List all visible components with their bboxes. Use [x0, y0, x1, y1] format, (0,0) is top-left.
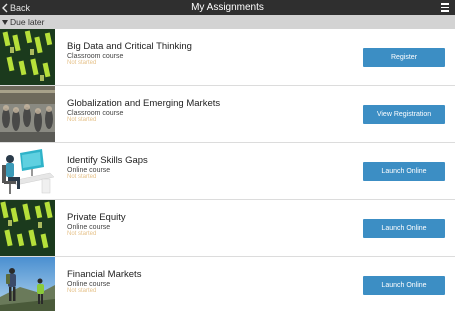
- hamburger-menu-icon[interactable]: [441, 3, 449, 12]
- course-status: Not started: [67, 231, 97, 237]
- course-title[interactable]: Globalization and Emerging Markets: [67, 98, 220, 109]
- launch-online-button[interactable]: Launch Online: [363, 219, 445, 238]
- assignment-card: Private Equity Online course Not started…: [0, 200, 455, 257]
- course-type: Classroom course: [67, 53, 124, 60]
- page-title: My Assignments: [191, 2, 264, 13]
- course-thumbnail: [0, 86, 55, 142]
- section-header-due-later[interactable]: Due later: [0, 15, 455, 29]
- course-thumbnail: [0, 257, 55, 311]
- top-bar: Back My Assignments: [0, 0, 455, 15]
- caret-down-icon: [2, 19, 8, 25]
- assignment-card: Globalization and Emerging Markets Class…: [0, 86, 455, 143]
- course-title[interactable]: Big Data and Critical Thinking: [67, 41, 192, 52]
- course-type: Online course: [67, 167, 111, 174]
- course-title[interactable]: Identify Skills Gaps: [67, 155, 148, 166]
- course-thumbnail: [0, 29, 55, 85]
- section-label: Due later: [10, 17, 45, 27]
- view-registration-button[interactable]: View Registration: [363, 105, 445, 124]
- register-button[interactable]: Register: [363, 48, 445, 67]
- course-status: Not started: [67, 174, 97, 180]
- course-title[interactable]: Financial Markets: [67, 269, 141, 280]
- course-thumbnail: [0, 200, 55, 256]
- launch-online-button[interactable]: Launch Online: [363, 162, 445, 181]
- app-window: Back My Assignments Due later Big Data a…: [0, 0, 455, 311]
- assignment-card: Financial Markets Online course Not star…: [0, 257, 455, 311]
- course-title[interactable]: Private Equity: [67, 212, 126, 223]
- course-status: Not started: [67, 117, 97, 123]
- assignment-card: Identify Skills Gaps Online course Not s…: [0, 143, 455, 200]
- course-type: Classroom course: [67, 110, 124, 117]
- course-status: Not started: [67, 60, 97, 66]
- course-thumbnail: [0, 143, 55, 199]
- assignment-card: Big Data and Critical Thinking Classroom…: [0, 29, 455, 86]
- course-status: Not started: [67, 288, 97, 294]
- course-type: Online course: [67, 224, 111, 231]
- course-type: Online course: [67, 281, 111, 288]
- launch-online-button[interactable]: Launch Online: [363, 276, 445, 295]
